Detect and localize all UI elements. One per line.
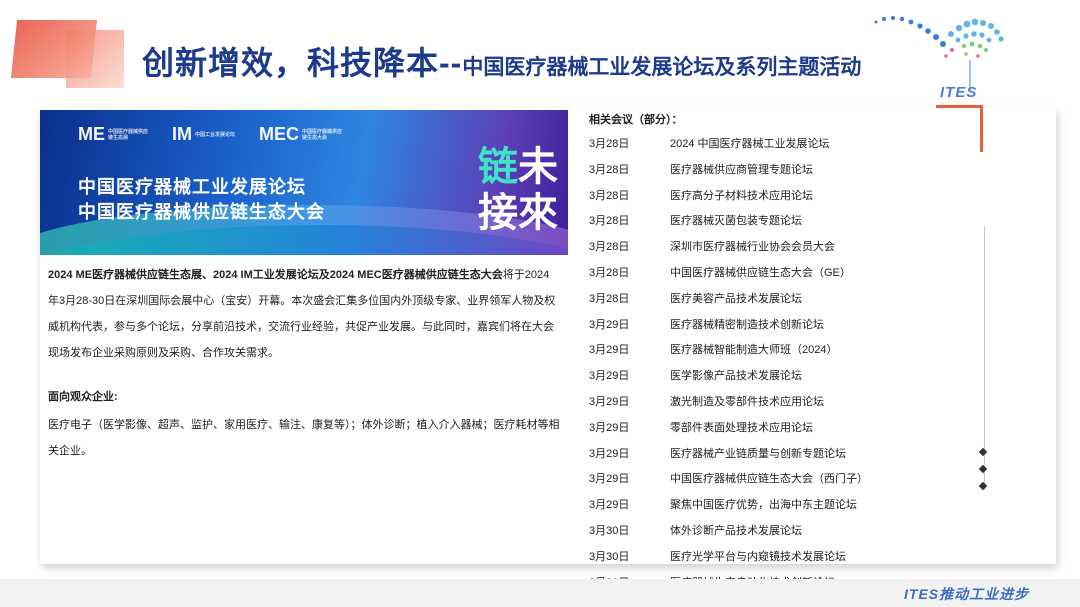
meeting-date: 3月29日: [589, 421, 630, 434]
meeting-row: 3月29日 医疗器械智能制造大师班（2024）: [589, 337, 837, 363]
meeting-date: 3月29日: [589, 318, 630, 331]
meeting-row: 3月29日 医学影像产品技术发展论坛: [589, 363, 802, 389]
intro-paragraph: 2024 ME医疗器械供应链生态展、2024 IM工业发展论坛及2024 MEC…: [48, 262, 560, 366]
meeting-date: 3月30日: [589, 525, 630, 537]
meeting-date: 3月28日: [589, 163, 630, 176]
banner-line-2: 中国医疗器械供应链生态大会: [78, 202, 325, 222]
meeting-name: 医疗美容产品技术发展论坛: [670, 292, 802, 305]
meeting-name: 2024 中国医疗器械工业发展论坛: [670, 138, 830, 150]
meeting-row: 3月29日 医疗器械精密制造技术创新论坛: [589, 312, 824, 338]
meeting-name: 聚焦中国医疗优势，出海中东主题论坛: [670, 499, 857, 512]
page-title: 创新增效，科技降本--中国医疗器械工业发展论坛及系列主题活动: [142, 38, 861, 84]
meeting-row: 3月29日 医疗器械产业链质量与创新专题论坛: [589, 441, 846, 467]
meeting-date: 3月29日: [589, 447, 630, 460]
meeting-row: 3月28日 医疗器械供应商管理专题论坛: [589, 157, 813, 183]
meeting-row: 3月28日 医疗器械灭菌包装专题论坛: [589, 208, 802, 234]
intro-bold-lead: 2024 ME医疗器械供应链生态展、2024 IM工业发展论坛及2024 MEC…: [48, 269, 503, 281]
meeting-row: 3月29日 中国医疗器械供应链生态大会（西门子）: [589, 466, 868, 492]
meeting-date: 3月28日: [589, 267, 630, 279]
meeting-row: 3月28日 医疗高分子材料技术应用论坛: [589, 183, 813, 209]
banner-logos: ME 中国医疗器械供应链生态展 IM 中国工业发展论坛 MEC 中国医疗器械供应链生态…: [78, 124, 342, 145]
meetings-header: 相关会议（部分）：: [589, 114, 683, 126]
meeting-row: 3月29日 零部件表面处理技术应用论坛: [589, 415, 813, 441]
meeting-date: 3月29日: [589, 344, 630, 357]
meeting-date: 3月29日: [589, 499, 630, 512]
meeting-row: 3月28日 中国医疗器械供应链生态大会（GE）: [589, 260, 851, 286]
banner-line-1: 中国医疗器械工业发展论坛: [78, 177, 306, 197]
meeting-name: 中国医疗器械供应链生态大会（GE）: [670, 267, 851, 279]
audience-text: 医疗电子（医学影像、超声、监护、家用医疗、输注、康复等）；体外诊断；植入介入器械…: [48, 419, 560, 457]
meeting-date: 3月28日: [589, 215, 630, 228]
me-logo: ME 中国医疗器械供应链生态展: [78, 124, 149, 144]
intro-text: 将于2024年3月28-30日在深圳国际会展中心（宝安）开幕。本次盛会汇集多位国…: [48, 269, 556, 359]
audience-title: 面向观众企业:: [48, 391, 118, 403]
header-decoration-square-light: [66, 30, 124, 88]
meeting-name: 医疗光学平台与内窥镜技术发展论坛: [670, 550, 846, 563]
meeting-row: 3月29日 聚焦中国医疗优势，出海中东主题论坛: [589, 492, 857, 518]
ites-logo-text: ITES: [940, 84, 978, 101]
footer-slogan: ITES推动工业进步: [904, 586, 1030, 602]
meeting-name: 体外诊断产品技术发展论坛: [670, 525, 802, 537]
meeting-name: 中国医疗器械供应链生态大会（西门子）: [670, 473, 868, 486]
meeting-name: 医疗器械产业链质量与创新专题论坛: [670, 447, 846, 460]
meeting-name: 医疗器械智能制造大师班（2024）: [670, 344, 838, 357]
banner-slogan: 链未 接來: [478, 145, 558, 235]
meeting-row: 3月28日 2024 中国医疗器械工业发展论坛: [589, 131, 830, 157]
meeting-date: 3月29日: [589, 396, 630, 408]
meeting-row: 3月28日 医疗美容产品技术发展论坛: [589, 286, 802, 312]
meeting-name: 零部件表面处理技术应用论坛: [670, 421, 813, 434]
meeting-date: 3月29日: [589, 370, 630, 383]
event-banner: ME 中国医疗器械供应链生态展 IM 中国工业发展论坛 MEC 中国医疗器械供应链生态…: [40, 110, 568, 255]
meeting-name: 医疗器械灭菌包装专题论坛: [670, 215, 802, 228]
meeting-name: 激光制造及零部件技术应用论坛: [670, 396, 824, 408]
meeting-row: 3月30日 体外诊断产品技术发展论坛: [589, 518, 802, 544]
meeting-date: 3月29日: [589, 473, 630, 486]
im-logo: IM 中国工业发展论坛: [172, 124, 236, 144]
meeting-row: 3月30日 医疗光学平台与内窥镜技术发展论坛: [589, 544, 846, 570]
meeting-name: 医疗器械精密制造技术创新论坛: [670, 318, 824, 331]
meeting-name: 深圳市医疗器械行业协会会员大会: [670, 241, 835, 254]
meeting-name: 医学影像产品技术发展论坛: [670, 370, 802, 383]
corner-bracket-decoration: [936, 105, 983, 152]
meeting-date: 3月28日: [589, 189, 630, 202]
meeting-date: 3月28日: [589, 292, 630, 305]
meeting-row: 3月28日 深圳市医疗器械行业协会会员大会: [589, 234, 835, 260]
meeting-date: 3月30日: [589, 550, 630, 563]
meeting-row: 3月29日 激光制造及零部件技术应用论坛: [589, 389, 824, 415]
page-title-main: 创新增效，科技降本--: [142, 45, 463, 81]
meeting-name: 医疗器械供应商管理专题论坛: [670, 163, 813, 176]
mec-logo: MEC 中国医疗器械供应链生态大会: [259, 124, 343, 144]
meeting-name: 医疗高分子材料技术应用论坛: [670, 189, 813, 202]
meeting-date: 3月28日: [589, 138, 630, 150]
page-title-sub: 中国医疗器械工业发展论坛及系列主题活动: [462, 56, 862, 79]
meeting-date: 3月28日: [589, 241, 630, 254]
